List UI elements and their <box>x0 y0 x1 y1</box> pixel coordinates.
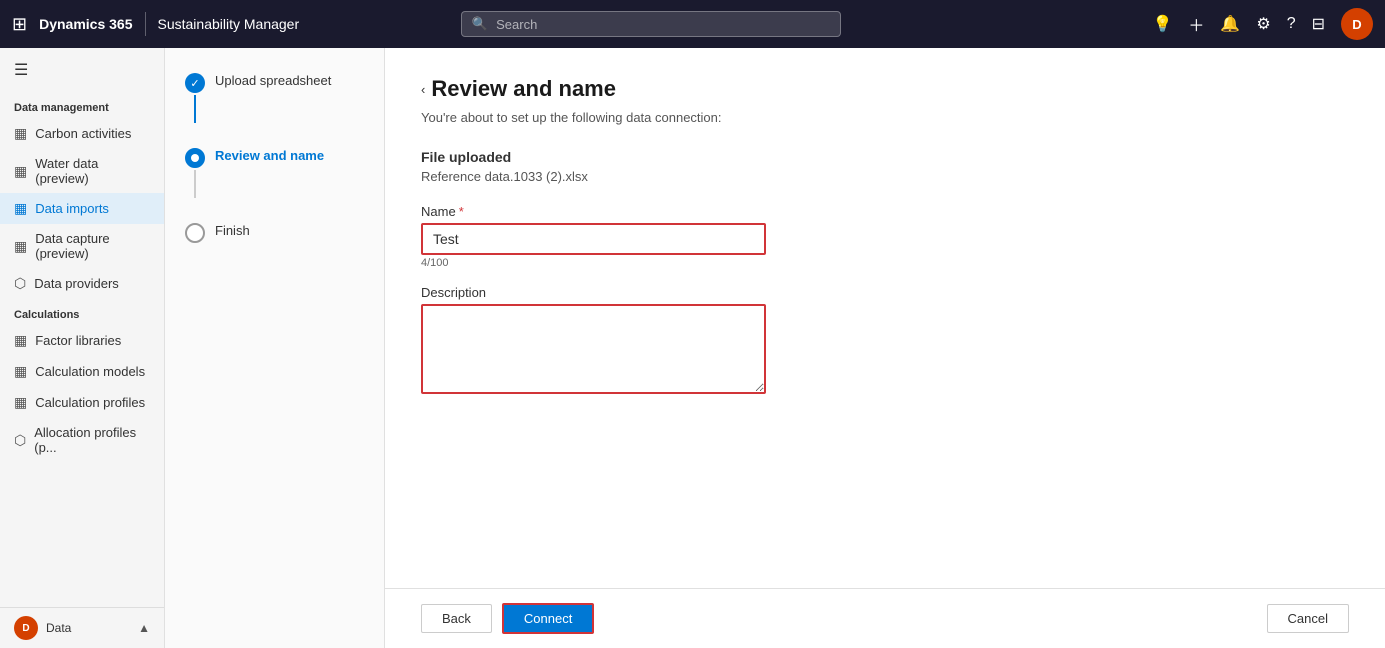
sidebar-item-label: Carbon activities <box>35 126 131 141</box>
sidebar-item-factor-libraries[interactable]: ▦ Factor libraries <box>0 325 164 356</box>
step-review-label: Review and name <box>215 147 324 163</box>
sidebar-item-water-data[interactable]: ▦ Water data (preview) <box>0 149 164 193</box>
models-icon: ▦ <box>14 363 27 380</box>
form-subtitle: You're about to set up the following dat… <box>421 110 1349 125</box>
sidebar-item-data-providers[interactable]: ⬡ Data providers <box>0 268 164 299</box>
sidebar-item-carbon-activities[interactable]: ▦ Carbon activities <box>0 118 164 149</box>
capture-icon: ▦ <box>14 238 27 255</box>
sidebar-avatar: D <box>14 616 38 640</box>
checkmark-icon: ✓ <box>190 77 199 90</box>
sidebar-item-label: Data capture (preview) <box>35 231 150 261</box>
topbar: ⊞ Dynamics 365 Sustainability Manager 🔍 … <box>0 0 1385 48</box>
name-field-group: Name * 4/100 <box>421 204 1349 269</box>
sidebar-item-label: Calculation models <box>35 364 145 379</box>
step-upload-indicator: ✓ <box>185 73 205 93</box>
back-link[interactable]: ‹ Review and name <box>421 76 1349 102</box>
step-upload: ✓ Upload spreadsheet <box>185 72 364 123</box>
stepper-panel: ✓ Upload spreadsheet Review and name <box>165 48 385 648</box>
user-avatar[interactable]: D <box>1341 8 1373 40</box>
sidebar-item-calculation-models[interactable]: ▦ Calculation models <box>0 356 164 387</box>
name-required-indicator: * <box>459 204 464 219</box>
connect-button[interactable]: Connect <box>502 603 594 634</box>
sidebar-item-label: Data imports <box>35 201 109 216</box>
sidebar-item-label: Factor libraries <box>35 333 121 348</box>
sidebar-item-label: Water data (preview) <box>35 156 150 186</box>
form-title: Review and name <box>431 76 616 102</box>
step-finish-indicator <box>185 223 205 243</box>
form-footer: Back Connect Cancel <box>385 588 1385 648</box>
description-label: Description <box>421 285 1349 300</box>
grid-icon[interactable]: ⊟ <box>1312 14 1325 34</box>
description-input[interactable] <box>421 304 766 394</box>
file-section-heading: File uploaded <box>421 149 1349 165</box>
sidebar-item-data-capture[interactable]: ▦ Data capture (preview) <box>0 224 164 268</box>
water-icon: ▦ <box>14 163 27 180</box>
description-field-group: Description <box>421 285 1349 399</box>
calc-profiles-icon: ▦ <box>14 394 27 411</box>
bell-icon[interactable]: 🔔 <box>1220 14 1240 34</box>
step-finish-label: Finish <box>215 222 250 238</box>
topbar-right: 💡 ＋ 🔔 ⚙ ? ⊟ D <box>1152 8 1373 40</box>
plus-icon[interactable]: ＋ <box>1188 12 1204 36</box>
sidebar-item-data-imports[interactable]: ▦ Data imports <box>0 193 164 224</box>
step-review: Review and name <box>185 147 364 198</box>
name-input[interactable] <box>421 223 766 255</box>
topbar-divider <box>145 12 146 36</box>
sidebar-item-label: Data providers <box>34 276 119 291</box>
active-dot <box>191 154 199 162</box>
form-panel: ‹ Review and name You're about to set up… <box>385 48 1385 648</box>
brand-name: Dynamics 365 <box>39 16 132 32</box>
back-chevron-icon: ‹ <box>421 82 425 97</box>
step-upload-label: Upload spreadsheet <box>215 72 331 88</box>
sidebar-item-label: Allocation profiles (p... <box>34 425 150 455</box>
step-finish: Finish <box>185 222 364 243</box>
back-button[interactable]: Back <box>421 604 492 633</box>
search-input[interactable] <box>496 17 830 32</box>
sidebar: ☰ Data management ▦ Carbon activities ▦ … <box>0 48 165 648</box>
main-layout: ☰ Data management ▦ Carbon activities ▦ … <box>0 48 1385 648</box>
calculations-section: Calculations <box>0 299 164 325</box>
settings-icon[interactable]: ⚙ <box>1256 14 1270 34</box>
carbon-icon: ▦ <box>14 125 27 142</box>
cancel-button[interactable]: Cancel <box>1267 604 1349 633</box>
factor-icon: ▦ <box>14 332 27 349</box>
search-box[interactable]: 🔍 <box>461 11 841 37</box>
sidebar-bottom-label: Data <box>46 621 130 635</box>
sidebar-item-calculation-profiles[interactable]: ▦ Calculation profiles <box>0 387 164 418</box>
imports-icon: ▦ <box>14 200 27 217</box>
file-name: Reference data.1033 (2).xlsx <box>421 169 1349 184</box>
hamburger-menu[interactable]: ☰ <box>0 48 164 92</box>
name-label: Name * <box>421 204 1349 219</box>
step-review-indicator <box>185 148 205 168</box>
search-icon: 🔍 <box>472 16 488 32</box>
allocation-icon: ⬡ <box>14 432 26 449</box>
sidebar-item-allocation-profiles[interactable]: ⬡ Allocation profiles (p... <box>0 418 164 462</box>
sidebar-bottom-arrow-icon: ▲ <box>138 621 150 635</box>
providers-icon: ⬡ <box>14 275 26 292</box>
wizard-layout: ✓ Upload spreadsheet Review and name <box>165 48 1385 648</box>
app-name: Sustainability Manager <box>158 16 300 32</box>
sidebar-item-label: Calculation profiles <box>35 395 145 410</box>
name-char-count: 4/100 <box>421 257 1349 269</box>
data-management-section: Data management <box>0 92 164 118</box>
apps-icon[interactable]: ⊞ <box>12 14 27 35</box>
lightbulb-icon[interactable]: 💡 <box>1152 14 1172 34</box>
help-icon[interactable]: ? <box>1287 15 1296 33</box>
sidebar-bottom-user[interactable]: D Data ▲ <box>0 607 164 648</box>
content-area: ✓ Upload spreadsheet Review and name <box>165 48 1385 648</box>
